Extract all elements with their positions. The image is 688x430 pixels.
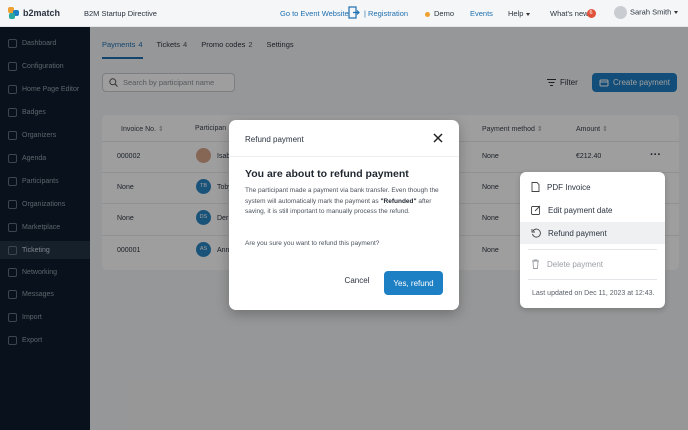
- edit-icon: [531, 205, 541, 215]
- menu-item-label: Delete payment: [547, 259, 604, 269]
- row-actions-menu: PDF Invoice Edit payment date Refund pay…: [520, 172, 665, 308]
- trash-icon: [532, 259, 539, 269]
- last-updated-text: Last updated on Dec 11, 2023 at 12:43.: [532, 290, 655, 297]
- menu-item-delete-payment[interactable]: Delete payment: [520, 253, 665, 275]
- menu-divider: [528, 249, 657, 250]
- menu-item-label: PDF Invoice: [547, 182, 591, 192]
- dialog-title: You are about to refund payment: [245, 168, 409, 180]
- refund-payment-dialog: Refund payment You are about to refund p…: [229, 120, 459, 310]
- confirm-refund-button[interactable]: Yes, refund: [384, 271, 443, 295]
- menu-item-label: Refund payment: [548, 228, 607, 238]
- menu-divider: [528, 279, 657, 280]
- menu-item-label: Edit payment date: [548, 205, 613, 215]
- close-icon[interactable]: [431, 131, 445, 145]
- dialog-body-emphasis: "Refunded": [380, 197, 417, 205]
- dialog-question: Are you sure you want to refund this pay…: [245, 240, 380, 247]
- dialog-body: The participant made a payment via bank …: [245, 186, 445, 218]
- refund-icon: [531, 228, 541, 238]
- menu-item-edit-payment-date[interactable]: Edit payment date: [520, 199, 665, 221]
- menu-item-refund-payment[interactable]: Refund payment: [520, 222, 665, 244]
- menu-item-pdf-invoice[interactable]: PDF Invoice: [520, 176, 665, 198]
- dialog-header: Refund payment: [245, 135, 304, 144]
- sidebar-dim: [0, 27, 90, 430]
- dialog-divider: [229, 156, 459, 157]
- document-icon: [531, 182, 540, 192]
- cancel-button[interactable]: Cancel: [339, 276, 375, 290]
